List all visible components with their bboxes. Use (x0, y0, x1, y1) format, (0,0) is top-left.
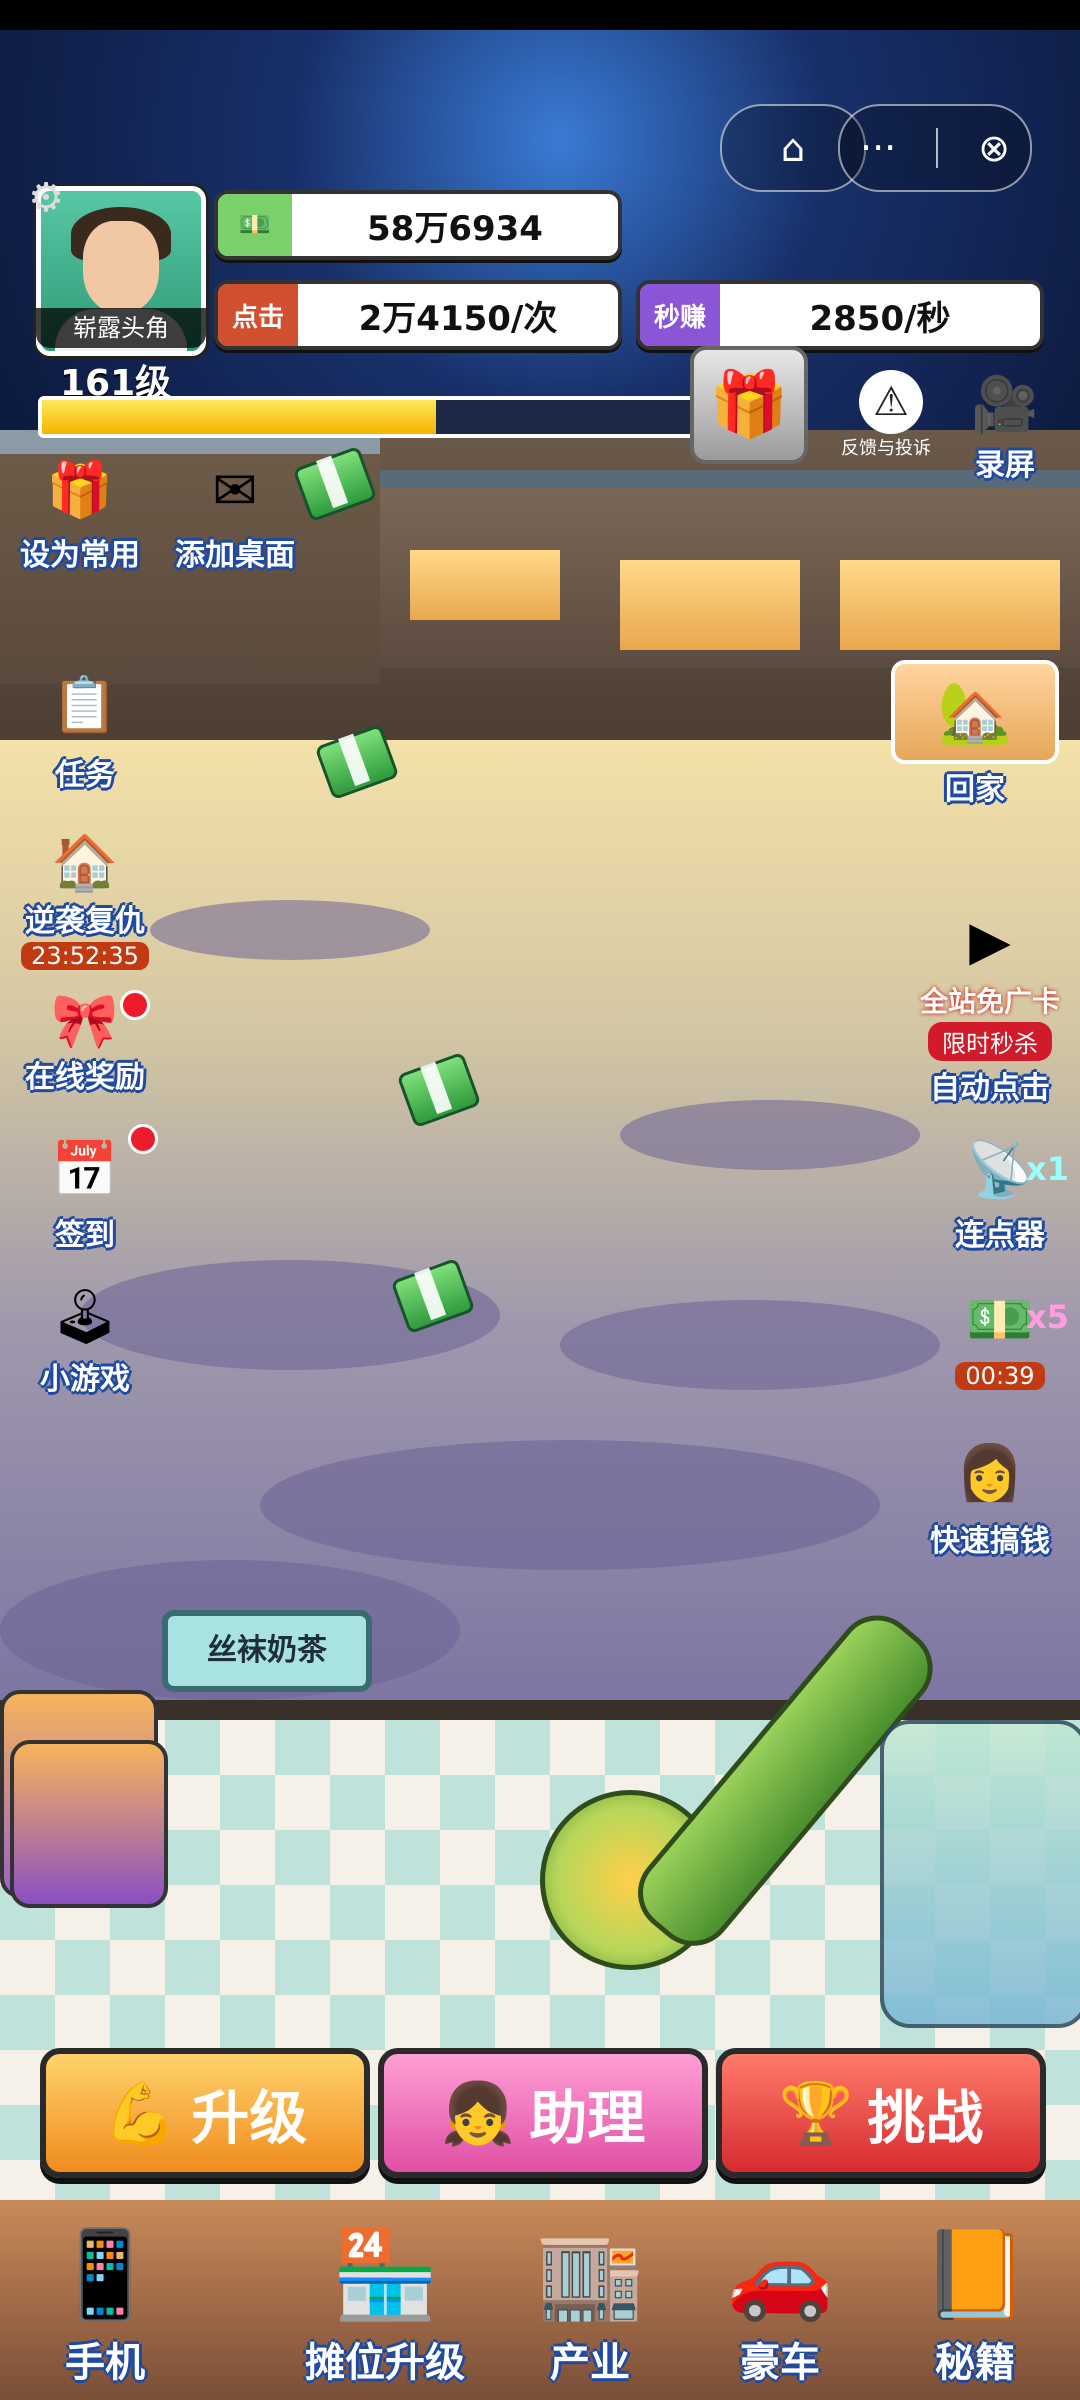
nav-industry[interactable]: 🏬 产业 (510, 2220, 670, 2388)
per-second-value: 2850/秒 (809, 298, 951, 339)
assistant-label: 助理 (529, 2084, 646, 2152)
feedback-button[interactable]: ⚠ 反馈与投诉 (841, 370, 936, 460)
ad-free-card-button[interactable]: ▶ 全站免广卡 限时秒杀 自动点击 (900, 900, 1080, 1107)
level-progress-bar (38, 396, 726, 438)
challenge-label: 挑战 (867, 2084, 984, 2152)
puddle (620, 1100, 920, 1170)
building-window (840, 560, 1060, 650)
home-icon: ⌂ (780, 126, 806, 170)
task-label: 任务 (55, 758, 115, 793)
set-favorite-button[interactable]: 🎁 设为常用 (10, 450, 150, 574)
fast-money-label: 快速搞钱 (930, 1524, 1050, 1559)
auto-click-label: 自动点击 (930, 1071, 1050, 1106)
close-icon[interactable]: ⊗ (978, 126, 1010, 170)
trophy-icon: 🏆 (778, 2078, 854, 2149)
upgrade-button[interactable]: 💪 升级 (40, 2048, 370, 2178)
puddle (260, 1440, 880, 1570)
go-home-label: 回家 (945, 772, 1005, 807)
stall-icon: 🏪 (331, 2225, 439, 2325)
cash-icon: 💵 (218, 194, 292, 256)
nav-luxury-car-label: 豪车 (740, 2340, 820, 2386)
feedback-label: 反馈与投诉 (841, 438, 931, 459)
sign-in-label: 签到 (55, 1218, 115, 1253)
assistant-avatar-icon: 👧 (440, 2078, 516, 2149)
shop-icon: 🏬 (536, 2225, 644, 2325)
arcade-icon: 🕹 (50, 1285, 120, 1348)
shop-sign: 丝袜奶茶 (162, 1610, 372, 1692)
online-reward-label: 在线奖励 (25, 1060, 145, 1095)
task-button[interactable]: 📋 任务 (20, 660, 150, 794)
girl-avatar-icon: 👩 (956, 1441, 1024, 1504)
upgrade-label: 升级 (191, 2084, 308, 2152)
clipboard-icon: 📋 (51, 673, 119, 736)
click-income-value: 2万4150/次 (358, 298, 558, 339)
capsule-divider (936, 128, 939, 168)
clicker-label: 连点器 (955, 1218, 1045, 1253)
cash-bonus-multiplier: x5 (1026, 1298, 1069, 1336)
status-bar (0, 0, 1080, 30)
nav-industry-label: 产业 (550, 2340, 630, 2386)
per-second-tag: 秒赚 (640, 284, 720, 346)
mini-game-label: 小游戏 (40, 1362, 130, 1397)
villa-icon: 🏡 (891, 660, 1059, 764)
clicker-multiplier: x1 (1026, 1150, 1069, 1188)
revenge-button[interactable]: 🏠 逆袭复仇 23:52:35 (10, 830, 160, 970)
gear-icon[interactable]: ⚙ (24, 176, 68, 220)
mini-game-button[interactable]: 🕹 小游戏 (20, 1280, 150, 1398)
per-second-display: 秒赚 2850/秒 (636, 280, 1044, 350)
phone-icon: 📱 (51, 2225, 159, 2325)
ad-play-icon: ▶ (969, 908, 1011, 972)
cash-display: 💵 58万6934 (214, 190, 622, 260)
assistant-button[interactable]: 👧 助理 (378, 2048, 708, 2178)
player-rank-name: 崭露头角 (36, 308, 206, 348)
notification-dot (128, 1124, 158, 1154)
nav-stall-upgrade-label: 摊位升级 (305, 2340, 465, 2386)
gift-reward-icon[interactable]: 🎁 (690, 346, 808, 464)
notification-dot (120, 990, 150, 1020)
nav-cheats-label: 秘籍 (935, 2340, 1015, 2386)
book-icon: 📙 (921, 2225, 1029, 2325)
envelope-icon: ✉ (212, 458, 258, 522)
house-icon: 🏠 (51, 831, 119, 894)
car-icon: 🚗 (726, 2225, 834, 2325)
building-window (620, 560, 800, 650)
fast-money-button[interactable]: 👩 快速搞钱 (910, 1430, 1070, 1560)
level-progress-fill (42, 400, 437, 434)
flash-sale-badge: 限时秒杀 (928, 1022, 1052, 1061)
record-label: 录屏 (975, 448, 1035, 483)
cash-value: 58万6934 (367, 208, 543, 249)
syrup-bottles (880, 1720, 1080, 2028)
revenge-timer: 23:52:35 (21, 942, 149, 970)
building-window (410, 550, 560, 620)
clicker-button[interactable]: 📡 连点器 (930, 1130, 1070, 1254)
challenge-button[interactable]: 🏆 挑战 (716, 2048, 1046, 2178)
nav-stall-upgrade[interactable]: 🏪 摊位升级 (280, 2220, 490, 2388)
record-button[interactable]: 🎥 录屏 (950, 370, 1060, 484)
nav-phone-label: 手机 (65, 2340, 145, 2386)
cash-bonus-timer: 00:39 (955, 1362, 1045, 1390)
revenge-label: 逆袭复仇 (25, 904, 145, 939)
click-tag: 点击 (218, 284, 298, 346)
gift-box-icon: 🎁 (46, 458, 114, 521)
muscle-icon: 💪 (102, 2078, 178, 2149)
more-icon[interactable]: ··· (860, 126, 896, 170)
puddle (150, 900, 430, 960)
nav-luxury-car[interactable]: 🚗 豪车 (690, 2220, 870, 2388)
add-desktop-button[interactable]: ✉ 添加桌面 (160, 450, 310, 574)
drink-cup (10, 1740, 168, 1908)
menu-capsule[interactable]: ··· ⊗ (838, 104, 1032, 192)
add-desktop-label: 添加桌面 (175, 538, 295, 573)
street-ground (0, 740, 1080, 1720)
go-home-button[interactable]: 🏡 回家 (890, 660, 1060, 808)
puddle (560, 1300, 940, 1390)
nav-cheats[interactable]: 📙 秘籍 (890, 2220, 1060, 2388)
camera-icon: 🎥 (971, 373, 1039, 436)
ad-free-label: 全站免广卡 (919, 985, 1060, 1018)
set-favorite-label: 设为常用 (20, 538, 140, 573)
click-income-display: 点击 2万4150/次 (214, 280, 622, 350)
warning-icon: ⚠ (859, 370, 923, 434)
nav-phone[interactable]: 📱 手机 (20, 2220, 190, 2388)
avatar-face (83, 221, 159, 313)
